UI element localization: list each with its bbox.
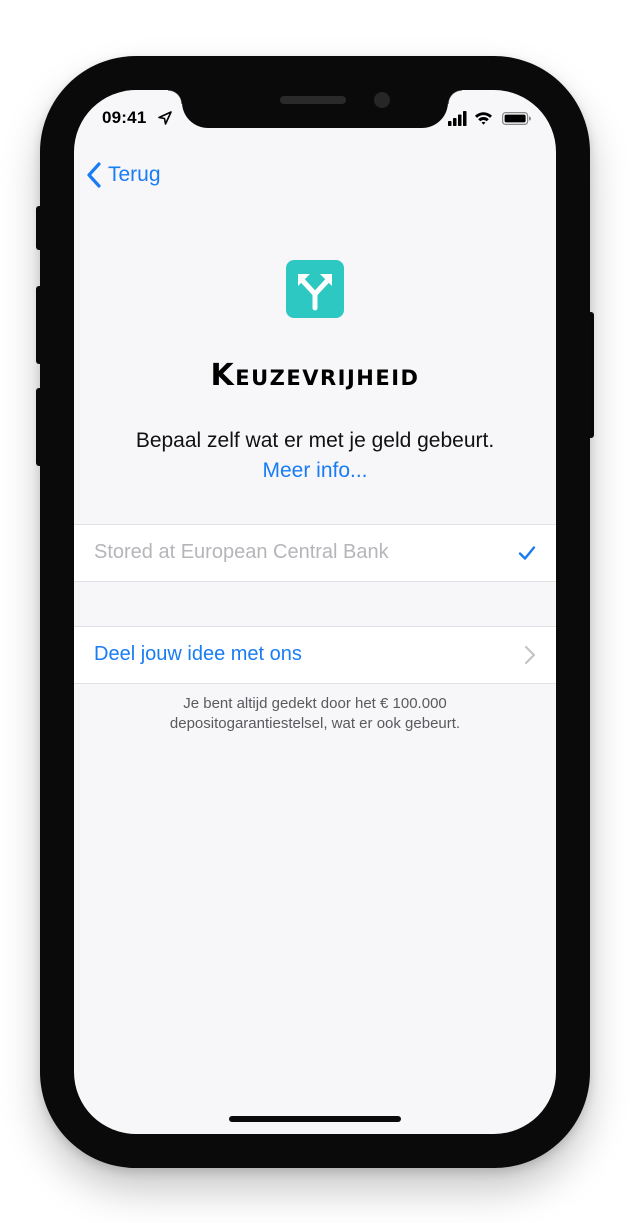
option-row-ecb[interactable]: Stored at European Central Bank xyxy=(74,524,556,582)
front-camera xyxy=(374,92,390,108)
back-button[interactable]: Terug xyxy=(86,160,161,190)
status-icons xyxy=(448,111,531,126)
battery-icon xyxy=(502,112,531,126)
signal-icon xyxy=(448,111,467,126)
subtitle-text: Bepaal zelf wat er met je geld gebeurt. xyxy=(135,429,495,452)
option-label-ecb: Stored at European Central Bank xyxy=(94,541,389,563)
wifi-icon xyxy=(475,112,492,125)
status-time: 09:41 xyxy=(102,108,147,127)
page-title: Keuzevrijheid xyxy=(210,358,420,393)
back-label: Terug xyxy=(108,163,161,186)
deposit-guarantee-note: Je bent altijd gedekt door het € 100.000… xyxy=(169,695,461,732)
chevron-left-icon xyxy=(87,162,101,188)
speaker-grille xyxy=(280,96,346,104)
more-info-link[interactable]: Meer info... xyxy=(262,459,367,482)
chevron-right-icon xyxy=(524,645,536,665)
share-idea-row[interactable]: Deel jouw idee met ons xyxy=(74,626,556,684)
checkmark-icon xyxy=(518,546,536,560)
location-arrow-icon xyxy=(158,111,172,125)
split-arrows-icon xyxy=(286,260,344,318)
share-idea-label: Deel jouw idee met ons xyxy=(94,643,302,665)
device-stage: 09:41 Terug Keuzevrijheid Bepaal zelf wa… xyxy=(0,0,630,1223)
screen: 09:41 Terug Keuzevrijheid Bepaal zelf wa… xyxy=(74,90,556,1134)
home-indicator[interactable] xyxy=(229,1116,401,1122)
notch xyxy=(168,90,462,128)
page-subtitle: Bepaal zelf wat er met je geld gebeurt. … xyxy=(114,426,516,486)
